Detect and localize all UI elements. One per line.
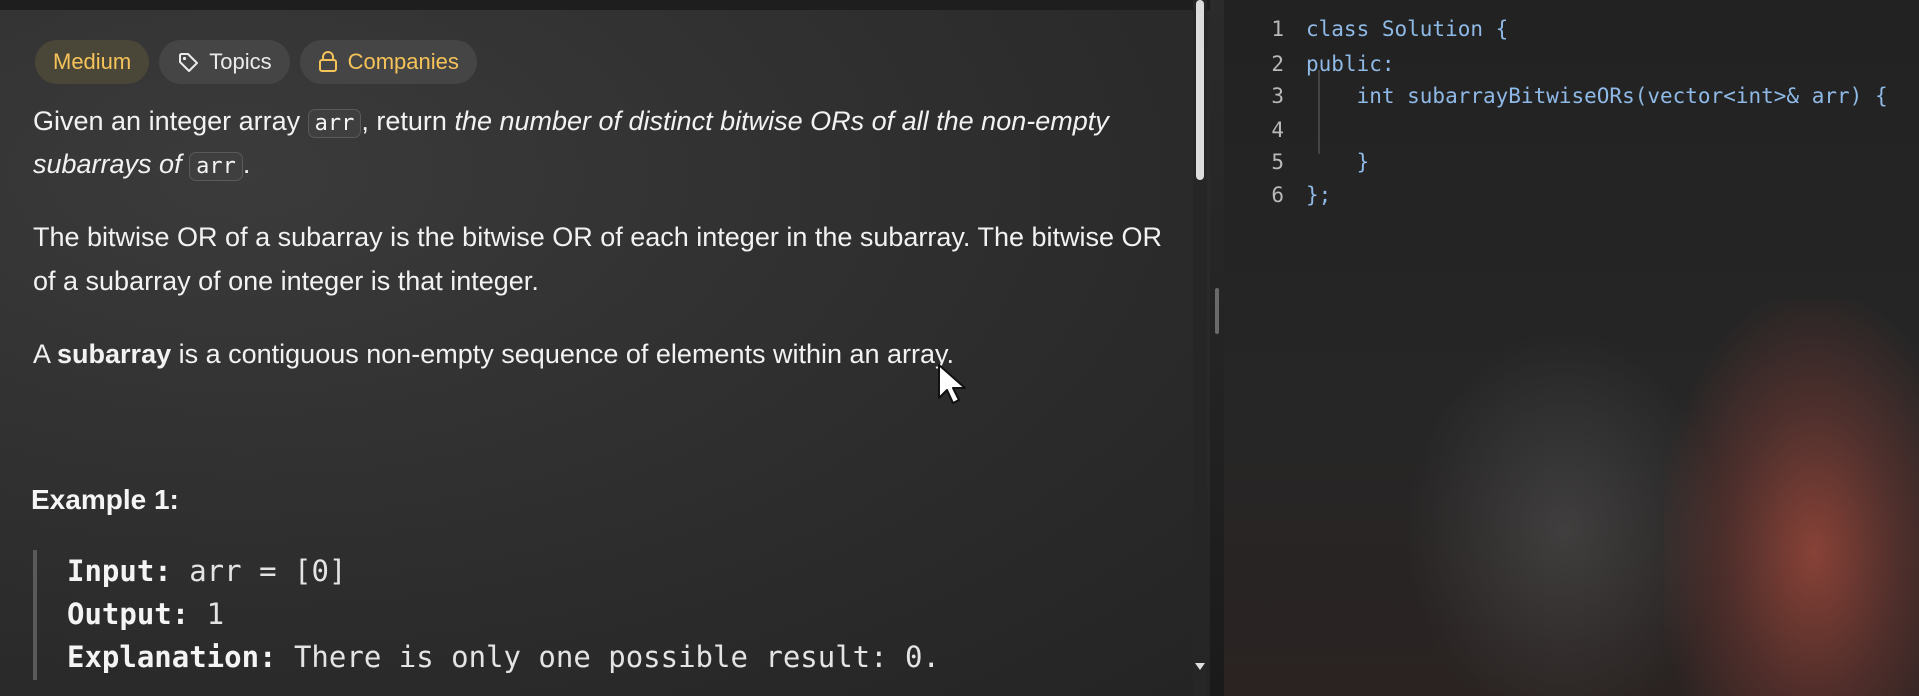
topics-label: Topics <box>209 49 272 74</box>
code-text: }; <box>1306 183 1332 207</box>
code-editor[interactable]: 1 class Solution { 2 public: 3 int subar… <box>1224 0 1919 696</box>
scrollbar-thumb[interactable] <box>1196 0 1204 180</box>
background-glow <box>1664 300 1919 696</box>
statement-paragraph-1: Given an integer array arr, return the n… <box>33 100 1153 186</box>
problem-tags: Medium Topics Companies <box>35 40 477 84</box>
example-block: Input: arr = [0] Output: 1 Explanation: … <box>33 550 940 680</box>
statement-text: , return <box>361 106 455 136</box>
line-number: 4 <box>1271 118 1284 142</box>
line-number: 1 <box>1271 17 1284 41</box>
line-number: 2 <box>1271 52 1284 76</box>
panel-resize-handle[interactable] <box>1215 288 1219 334</box>
example-explanation-label: Explanation: <box>67 640 277 674</box>
tag-icon <box>177 51 199 73</box>
code-text: } <box>1306 150 1370 174</box>
inline-code: arr <box>189 152 243 182</box>
statement-text: A <box>33 338 58 369</box>
code-line[interactable]: 2 public: <box>1224 49 1919 79</box>
statement-text: is a contiguous non-empty sequence of el… <box>171 338 955 369</box>
code-line[interactable]: 1 class Solution { <box>1224 14 1919 44</box>
example-input-line: Input: arr = [0] <box>67 550 933 593</box>
code-line[interactable]: 6 }; <box>1224 180 1919 210</box>
code-line[interactable]: 5 } <box>1224 147 1919 177</box>
topics-button[interactable]: Topics <box>159 40 290 84</box>
statement-text: Given an integer array <box>33 106 308 136</box>
inline-code: arr <box>307 109 362 138</box>
example-output-line: Output: 1 <box>67 593 933 636</box>
example-explanation-line: Explanation: There is only one possible … <box>67 636 940 679</box>
problem-statement: Given an integer array arr, return the n… <box>33 100 1183 406</box>
line-number: 6 <box>1271 183 1284 207</box>
example-input-label: Input: <box>67 554 172 588</box>
lock-icon <box>318 51 338 73</box>
statement-paragraph-3: A subarray is a contiguous non-empty seq… <box>33 333 1183 376</box>
screen: Medium Topics Companies Given an integer… <box>0 0 1919 696</box>
mouse-pointer-icon <box>936 362 972 411</box>
title-strip <box>0 0 1210 10</box>
problem-description-panel: Medium Topics Companies Given an integer… <box>0 0 1210 696</box>
code-line[interactable]: 4 <box>1224 115 1919 145</box>
statement-text: . <box>242 149 251 180</box>
companies-button[interactable]: Companies <box>299 40 477 84</box>
statement-paragraph-2: The bitwise OR of a subarray is the bitw… <box>33 222 1163 296</box>
statement-strong: subarray <box>57 338 172 369</box>
companies-label: Companies <box>347 49 459 74</box>
line-number: 5 <box>1271 150 1284 174</box>
scroll-down-arrow-icon[interactable] <box>1193 656 1207 676</box>
code-text: public: <box>1306 52 1395 76</box>
example-heading: Example 1: <box>31 484 179 515</box>
code-text: int subarrayBitwiseORs(vector<int>& arr)… <box>1306 84 1888 108</box>
code-text: class Solution { <box>1306 17 1509 41</box>
example-output-label: Output: <box>67 597 190 631</box>
difficulty-badge[interactable]: Medium <box>35 40 150 84</box>
code-line[interactable]: 3 int subarrayBitwiseORs(vector<int>& ar… <box>1224 81 1919 111</box>
description-scrollbar[interactable] <box>1193 0 1207 696</box>
line-number: 3 <box>1271 84 1284 108</box>
example-input-value: arr = [0] <box>171 554 347 588</box>
example-explanation-value: There is only one possible result: 0. <box>276 640 940 674</box>
example-output-value: 1 <box>189 597 225 631</box>
